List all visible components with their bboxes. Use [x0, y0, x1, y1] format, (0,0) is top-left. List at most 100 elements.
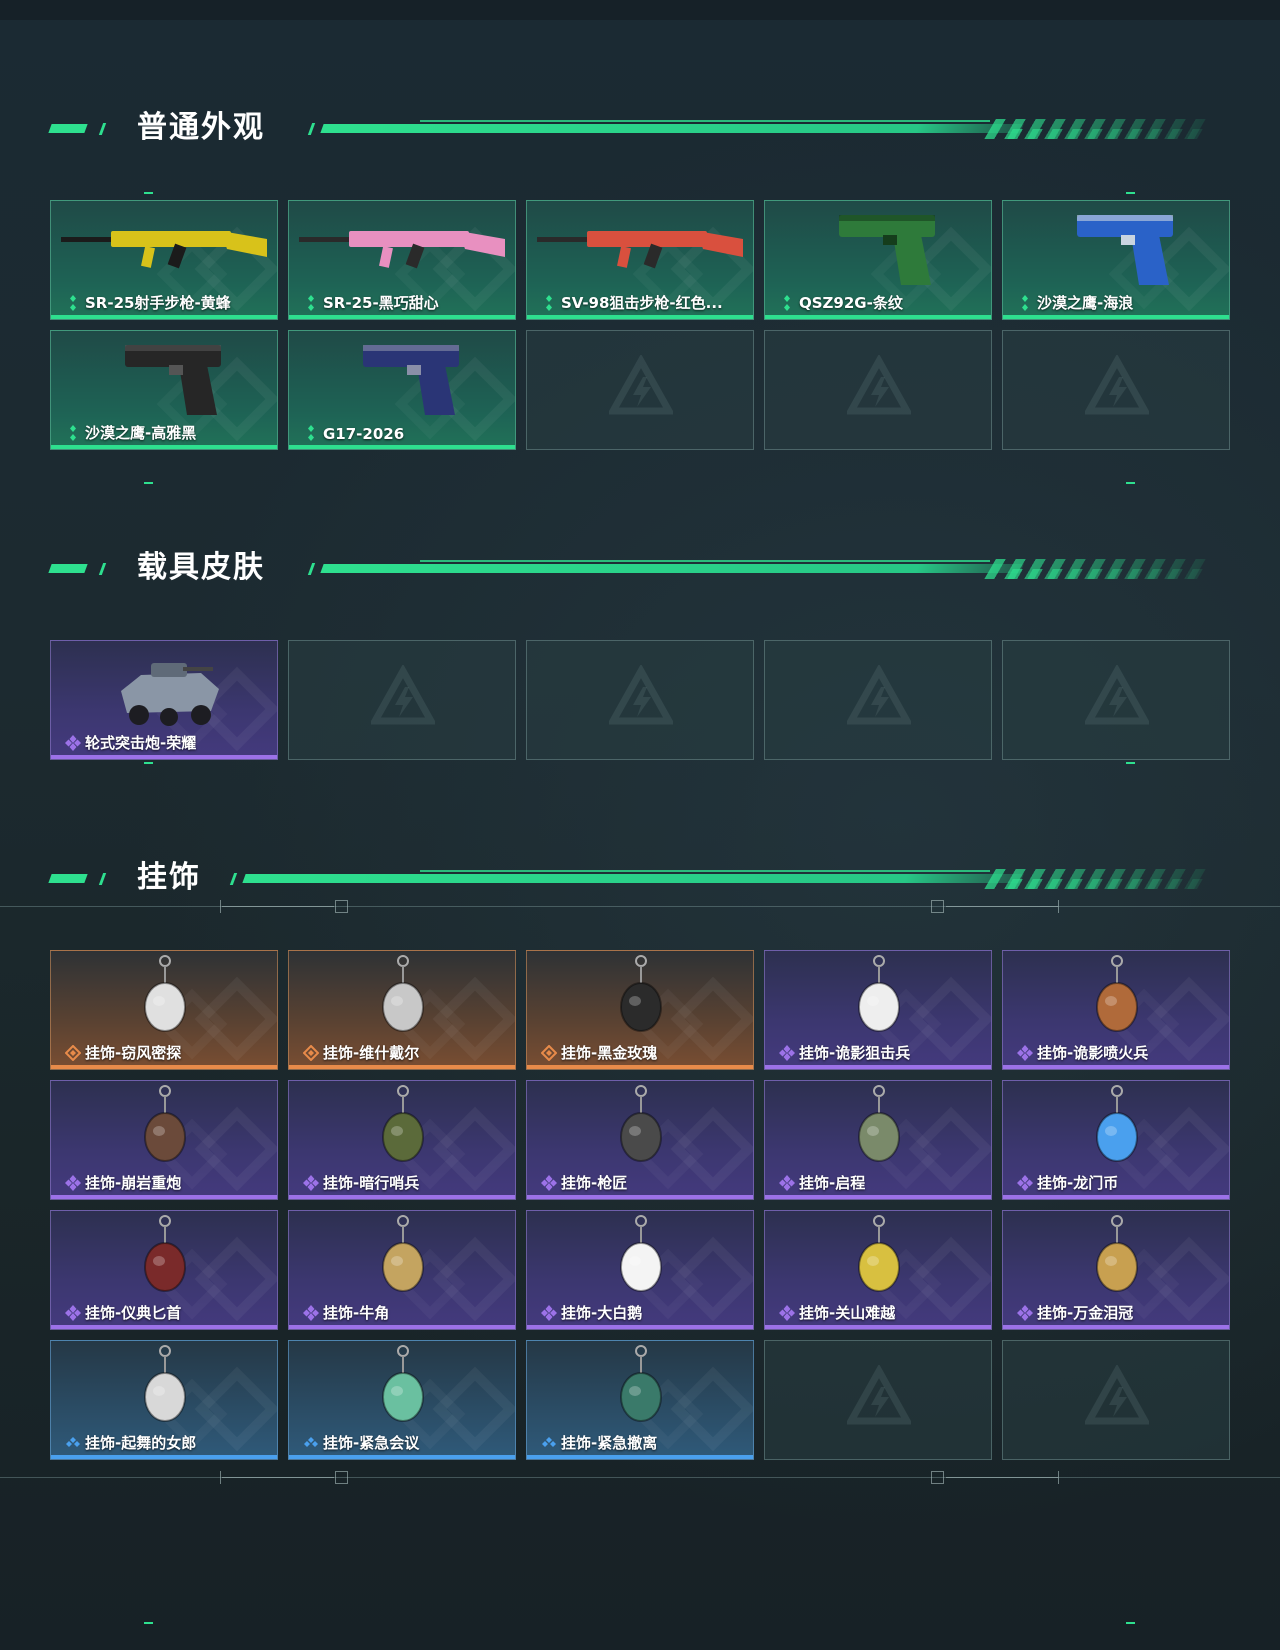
item-label: 挂饰-暗行哨兵 — [323, 1174, 420, 1192]
item-card[interactable]: 挂饰-启程 — [764, 1080, 992, 1200]
charm-icon — [382, 1085, 424, 1162]
item-card[interactable]: G17-2026 — [288, 330, 516, 450]
item-card[interactable]: QSZ92G-条纹 — [764, 200, 992, 320]
section-title: 普通外观 — [137, 110, 265, 145]
item-label: 轮式突击炮-荣耀 — [85, 734, 197, 752]
rarity-bar — [289, 1195, 515, 1199]
item-card[interactable]: 挂饰-牛角 — [288, 1210, 516, 1330]
rarity-diamond-icon — [308, 295, 314, 311]
rarity-bar — [289, 1065, 515, 1069]
frame-tick — [220, 1471, 221, 1484]
frame-tick — [1058, 900, 1059, 913]
item-card[interactable]: 挂饰-万金泪冠 — [1002, 1210, 1230, 1330]
header-deco-slash — [98, 563, 107, 575]
charm-icon — [382, 1215, 424, 1292]
rarity-diamond-icon — [546, 295, 552, 311]
rarity-bar — [51, 1195, 277, 1199]
item-label: 挂饰-窃风密探 — [85, 1044, 182, 1062]
item-card[interactable]: 挂饰-关山难越 — [764, 1210, 992, 1330]
rarity-diamond-icon — [65, 1175, 81, 1191]
item-card[interactable]: 挂饰-崩岩重炮 — [50, 1080, 278, 1200]
rarity-bar — [527, 315, 753, 319]
item-card[interactable]: 挂饰-诡影狙击兵 — [764, 950, 992, 1070]
frame-line — [0, 906, 1280, 907]
item-card[interactable]: SV-98狙击步枪-红色... — [526, 200, 754, 320]
rarity-diamond-icon — [70, 295, 76, 311]
deco-mark — [144, 1622, 153, 1624]
logo-watermark-icon — [847, 1365, 911, 1425]
item-label: 挂饰-枪匠 — [561, 1174, 628, 1192]
item-card[interactable]: 挂饰-枪匠 — [526, 1080, 754, 1200]
item-card[interactable]: 挂饰-仪典匕首 — [50, 1210, 278, 1330]
header-deco-checker — [997, 879, 1203, 889]
rarity-diamond-icon — [1022, 295, 1028, 311]
rarity-diamond-icon — [303, 1045, 319, 1061]
item-card[interactable]: 挂饰-维什戴尔 — [288, 950, 516, 1070]
header-deco-bar — [242, 874, 1024, 883]
charm-icon — [144, 1215, 186, 1292]
item-card[interactable]: 挂饰-紧急撤离 — [526, 1340, 754, 1460]
charm-icon — [382, 1345, 424, 1422]
charm-icon — [382, 955, 424, 1032]
section-header-charms: 挂饰 — [0, 858, 1280, 898]
item-label: 挂饰-起舞的女郎 — [85, 1434, 197, 1452]
item-label: QSZ92G-条纹 — [799, 294, 903, 312]
rarity-diamond-icon — [70, 425, 76, 441]
rarity-diamond-icon — [779, 1045, 795, 1061]
item-label: 挂饰-诡影喷火兵 — [1037, 1044, 1149, 1062]
charm-icon — [620, 955, 662, 1032]
item-card[interactable]: 挂饰-窃风密探 — [50, 950, 278, 1070]
item-card[interactable]: 挂饰-黑金玫瑰 — [526, 950, 754, 1070]
section-title: 载具皮肤 — [137, 550, 265, 585]
frame-box — [931, 900, 944, 913]
pistol-wave-icon — [1077, 215, 1173, 285]
item-card[interactable]: SR-25射手步枪-黄蜂 — [50, 200, 278, 320]
pistol-navy-icon — [363, 345, 459, 415]
item-card[interactable]: 沙漠之鹰-高雅黑 — [50, 330, 278, 450]
item-card[interactable]: 挂饰-暗行哨兵 — [288, 1080, 516, 1200]
rarity-diamond-icon — [541, 1305, 557, 1321]
logo-watermark-icon — [1085, 665, 1149, 725]
rarity-diamond-icon — [65, 1045, 81, 1061]
rarity-bar — [289, 315, 515, 319]
frame-tick — [1058, 1471, 1059, 1484]
logo-watermark-icon — [1085, 1365, 1149, 1425]
logo-watermark-icon — [847, 355, 911, 415]
empty-slot — [1002, 640, 1230, 760]
rarity-bar — [527, 1325, 753, 1329]
logo-watermark-icon — [609, 355, 673, 415]
item-label: 挂饰-崩岩重炮 — [85, 1174, 182, 1192]
item-label: 挂饰-诡影狙击兵 — [799, 1044, 911, 1062]
header-deco-checker — [997, 569, 1203, 579]
empty-slot — [288, 640, 516, 760]
empty-slot — [1002, 330, 1230, 450]
item-card[interactable]: SR-25-黑巧甜心 — [288, 200, 516, 320]
frame-box — [335, 1471, 348, 1484]
item-card[interactable]: 挂饰-起舞的女郎 — [50, 1340, 278, 1460]
empty-slot — [526, 640, 754, 760]
item-label: G17-2026 — [323, 425, 405, 443]
charm-icon — [858, 955, 900, 1032]
header-deco-thin-line — [420, 120, 990, 122]
rarity-diamond-icon — [303, 1305, 319, 1321]
header-deco-bar — [320, 564, 1024, 573]
item-label: 沙漠之鹰-海浪 — [1037, 294, 1134, 312]
item-card[interactable]: 轮式突击炮-荣耀 — [50, 640, 278, 760]
item-card[interactable]: 挂饰-龙门币 — [1002, 1080, 1230, 1200]
deco-mark — [144, 482, 153, 484]
section-title: 挂饰 — [137, 860, 201, 895]
item-card[interactable]: 挂饰-紧急会议 — [288, 1340, 516, 1460]
vehicle-icon — [121, 663, 219, 726]
item-label: 挂饰-紧急会议 — [323, 1434, 420, 1452]
pistol-green-icon — [839, 215, 935, 285]
item-label: 挂饰-关山难越 — [799, 1304, 896, 1322]
charm-icon — [620, 1215, 662, 1292]
rarity-diamond-icon — [542, 1437, 556, 1447]
item-card[interactable]: 挂饰-诡影喷火兵 — [1002, 950, 1230, 1070]
item-card[interactable]: 挂饰-大白鹅 — [526, 1210, 754, 1330]
rarity-bar — [51, 755, 277, 759]
item-label: SR-25射手步枪-黄蜂 — [85, 294, 231, 312]
empty-slot — [764, 1340, 992, 1460]
item-label: 挂饰-紧急撤离 — [561, 1434, 658, 1452]
item-card[interactable]: 沙漠之鹰-海浪 — [1002, 200, 1230, 320]
